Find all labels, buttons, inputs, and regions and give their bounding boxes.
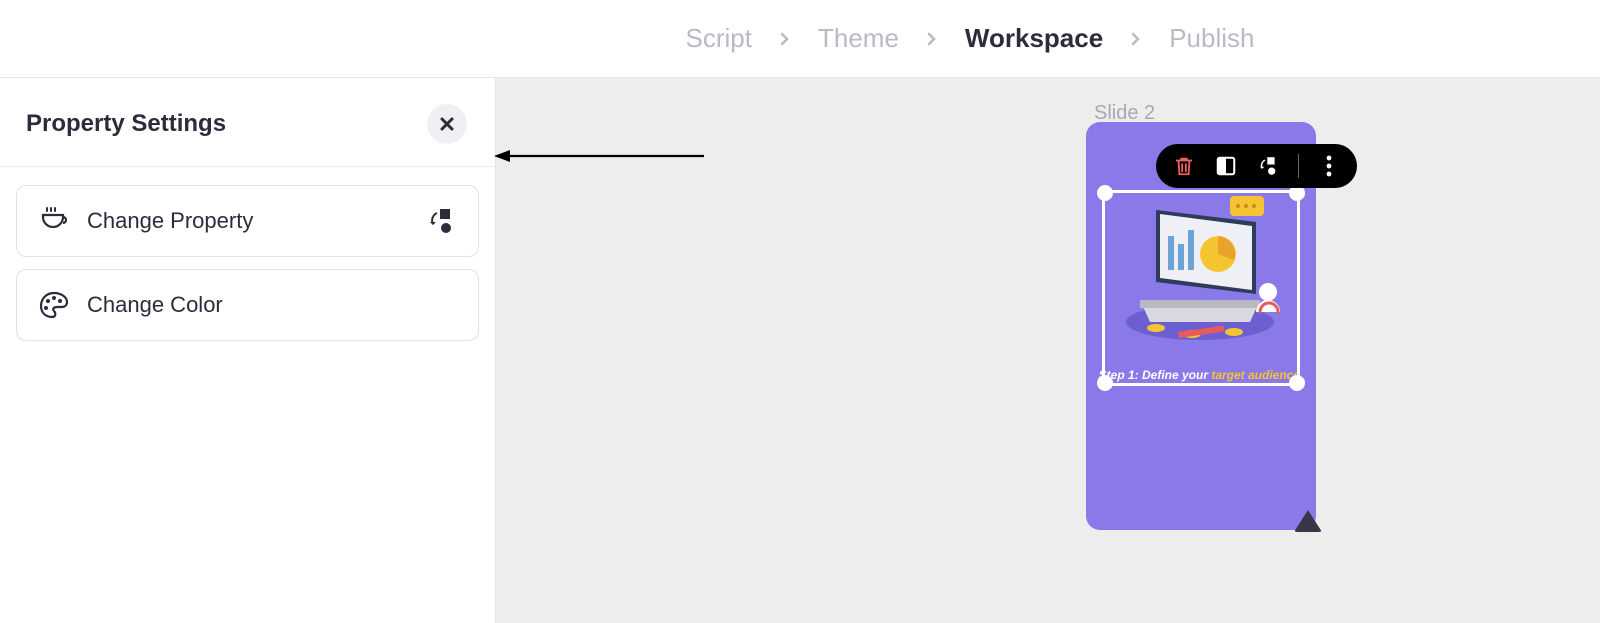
main-area: Property Settings Change Property xyxy=(0,78,1600,623)
breadcrumb-script[interactable]: Script xyxy=(686,23,752,54)
slide-resize-handle[interactable] xyxy=(1294,510,1322,532)
change-property-icon xyxy=(1257,155,1279,177)
breadcrumb: Script Theme Workspace Publish xyxy=(686,23,1255,54)
close-icon xyxy=(439,116,455,132)
delete-icon xyxy=(1173,155,1195,177)
layout-button[interactable] xyxy=(1214,154,1238,178)
breadcrumb-publish[interactable]: Publish xyxy=(1169,23,1254,54)
setting-label: Change Property xyxy=(87,208,253,234)
cup-icon xyxy=(37,204,71,238)
settings-list: Change Property xyxy=(0,167,495,359)
breadcrumb-theme[interactable]: Theme xyxy=(818,23,899,54)
chevron-right-icon xyxy=(780,32,790,46)
more-button[interactable] xyxy=(1317,154,1341,178)
resize-handle-bl[interactable] xyxy=(1097,375,1113,391)
panel-title: Property Settings xyxy=(26,110,226,138)
panel-header: Property Settings xyxy=(0,78,495,167)
toolbar-divider xyxy=(1298,154,1299,178)
canvas-area[interactable] xyxy=(496,78,1600,623)
delete-button[interactable] xyxy=(1172,154,1196,178)
change-property-icon xyxy=(424,204,458,238)
property-settings-panel: Property Settings Change Property xyxy=(0,78,496,623)
selection-outline[interactable] xyxy=(1102,190,1300,386)
breadcrumb-workspace[interactable]: Workspace xyxy=(965,23,1103,54)
chevron-right-icon xyxy=(1131,32,1141,46)
change-property-option[interactable]: Change Property xyxy=(16,185,479,257)
resize-handle-tl[interactable] xyxy=(1097,185,1113,201)
palette-icon xyxy=(37,288,71,322)
chevron-right-icon xyxy=(927,32,937,46)
element-floating-toolbar xyxy=(1156,144,1357,188)
setting-label: Change Color xyxy=(87,292,223,318)
layout-icon xyxy=(1215,155,1237,177)
more-icon xyxy=(1325,155,1333,177)
header-breadcrumb-bar: Script Theme Workspace Publish xyxy=(0,0,1600,78)
change-property-button[interactable] xyxy=(1256,154,1280,178)
close-button[interactable] xyxy=(427,104,467,144)
change-color-option[interactable]: Change Color xyxy=(16,269,479,341)
resize-handle-br[interactable] xyxy=(1289,375,1305,391)
